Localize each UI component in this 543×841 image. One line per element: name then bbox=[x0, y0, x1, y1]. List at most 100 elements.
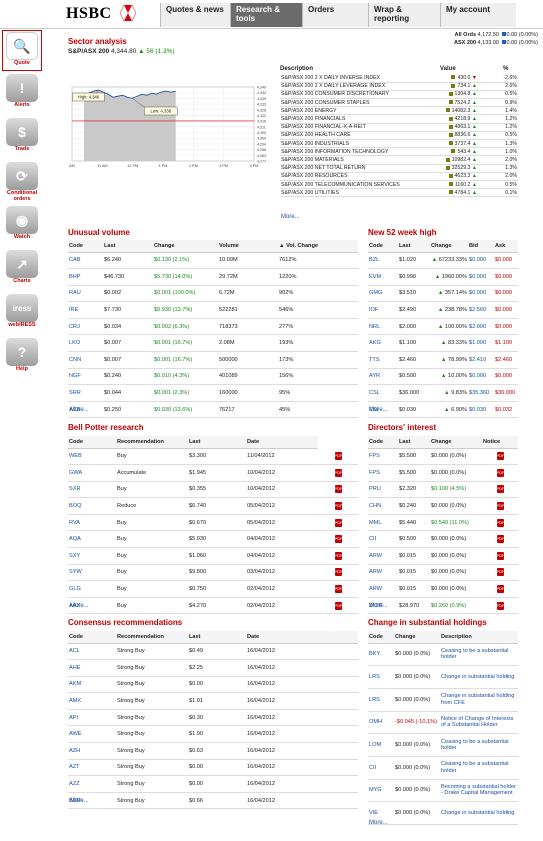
stock-code-link[interactable]: SXR bbox=[68, 481, 116, 499]
sector-row[interactable]: S&P/ASX 200 INDUSTRIALS 3737.4 ▲ 1.3% bbox=[280, 139, 518, 149]
pdf-icon[interactable]: PDF bbox=[496, 452, 505, 461]
table-row[interactable]: AKG $1.100 ▲ 83.33% $1.000 $1.100 bbox=[368, 334, 518, 353]
stock-code-link[interactable]: RAU bbox=[68, 285, 103, 303]
sector-desc[interactable]: S&P/ASX 200 2 X DAILY INVERSE INDEX bbox=[280, 74, 430, 83]
nav-tab-4[interactable]: My account bbox=[440, 3, 516, 27]
table-row[interactable]: AWE Strong Buy $1.90 16/04/2012 bbox=[68, 725, 358, 744]
column-header[interactable]: Volume bbox=[218, 240, 278, 253]
pdf-icon[interactable]: PDF bbox=[334, 502, 343, 511]
holding-description-link[interactable]: Ceasing to be a substantial holder bbox=[440, 756, 518, 780]
column-header[interactable]: Ask bbox=[494, 240, 518, 253]
sector-desc[interactable]: S&P/ASX 200 RESOURCES bbox=[280, 172, 430, 181]
table-row[interactable]: BHP $46.730 $5.730 (14.0%) 29.72M 1220% bbox=[68, 268, 358, 286]
table-row[interactable]: FPS $5.500 $0.000 (0.0%) PDF bbox=[368, 464, 518, 482]
column-header[interactable]: ▲ Vol. Change bbox=[278, 240, 358, 253]
holdings-more-link[interactable]: More... bbox=[369, 820, 388, 826]
table-row[interactable]: TTS $2.460 ▲ 78.99% $2.410 $2.460 bbox=[368, 351, 518, 369]
column-header[interactable]: Date bbox=[246, 436, 318, 449]
table-row[interactable]: AKM Strong Buy $0.00 16/04/2012 bbox=[68, 676, 358, 694]
stock-code-link[interactable]: LKO bbox=[68, 334, 103, 353]
pdf-icon[interactable]: PDF bbox=[496, 568, 505, 577]
stock-code-link[interactable]: OMH bbox=[368, 711, 394, 735]
table-row[interactable]: SYW Buy $9.800 03/04/2012 PDF bbox=[68, 564, 358, 582]
holding-description-link[interactable]: Ceasing to be a substantial holder bbox=[440, 643, 518, 667]
table-row[interactable]: ESI $0.030 ▲ 6.90% $0.030 $0.032 bbox=[368, 401, 518, 419]
sector-row[interactable]: S&P/ASX 200 FINANCIAL-X-A-REIT 4863.1 ▲ 1.… bbox=[280, 123, 518, 132]
column-header[interactable]: Code bbox=[68, 240, 103, 253]
stock-code-link[interactable]: CII bbox=[368, 756, 394, 780]
table-row[interactable]: AZZ Strong Buy $0.00 16/04/2012 bbox=[68, 775, 358, 793]
pdf-icon[interactable]: PDF bbox=[496, 485, 505, 494]
pdf-icon[interactable]: PDF bbox=[334, 468, 343, 477]
sector-desc[interactable]: S&P/ASX 200 CONSUMER STAPLES bbox=[280, 98, 430, 108]
sector-desc[interactable]: S&P/ASX 200 MATERIALS bbox=[280, 155, 430, 165]
table-row[interactable]: MML $5.440 $0.540 (11.0%) PDF bbox=[368, 514, 518, 532]
sidebar-help[interactable]: ? Help bbox=[2, 338, 42, 379]
table-row[interactable]: WOR $28.970 $0.260 (0.9%) PDF bbox=[368, 597, 518, 615]
table-row[interactable]: SXY Buy $1.060 04/04/2012 PDF bbox=[68, 547, 358, 565]
bellpotter-more-link[interactable]: More... bbox=[70, 603, 89, 609]
column-header[interactable]: Last bbox=[188, 436, 246, 449]
table-row[interactable]: AZT Strong Buy $0.00 16/04/2012 bbox=[68, 759, 358, 777]
column-header[interactable]: Date bbox=[246, 631, 358, 644]
sector-row[interactable]: S&P/ASX 200 CONSUMER DISCRETIONARY 1304.8… bbox=[280, 90, 518, 100]
column-header[interactable]: Description bbox=[440, 631, 518, 644]
table-row[interactable]: AAX Buy $4.270 02/04/2012 PDF bbox=[68, 597, 358, 615]
table-row[interactable]: NRL $2.000 ▲ 100.00% $2.000 $0.000 bbox=[368, 318, 518, 336]
column-header[interactable]: Change bbox=[394, 631, 440, 644]
table-row[interactable]: LRS $0.000 (0.0%) Change in substantial ho… bbox=[368, 688, 518, 712]
stock-code-link[interactable]: WEB bbox=[68, 448, 116, 466]
stock-code-link[interactable]: ARW bbox=[368, 564, 398, 582]
pdf-icon[interactable]: PDF bbox=[334, 452, 343, 461]
table-row[interactable]: AHE Strong Buy $2.25 16/04/2012 bbox=[68, 659, 358, 677]
holding-description-link[interactable]: Change in substantial holding bbox=[440, 801, 518, 825]
stock-code-link[interactable]: TTS bbox=[368, 351, 398, 369]
holding-description-link[interactable]: Notice of Change of Interests of a Subst… bbox=[440, 711, 518, 735]
table-row[interactable]: CII $0.500 $0.000 (0.0%) PDF bbox=[368, 530, 518, 549]
table-row[interactable]: CAB $6.240 $0.130 (2.1%) 10.09M 7612% bbox=[68, 252, 358, 270]
stock-code-link[interactable]: AZT bbox=[68, 759, 116, 777]
stock-code-link[interactable]: GLG bbox=[68, 580, 116, 598]
stock-code-link[interactable]: LRS bbox=[368, 688, 394, 712]
stock-code-link[interactable]: AHE bbox=[68, 659, 116, 677]
table-row[interactable]: RVA Buy $0.670 05/04/2012 PDF bbox=[68, 514, 358, 532]
pdf-icon[interactable]: PDF bbox=[496, 535, 505, 544]
column-header[interactable]: Notice bbox=[482, 436, 518, 449]
sector-row[interactable]: S&P/ASX 200 FINANCIALS 4218.9 ▲ 1.2% bbox=[280, 114, 518, 124]
table-row[interactable]: OMH -$0.045 (-10.1%) Notice of Change of I… bbox=[368, 711, 518, 735]
stock-code-link[interactable]: AKM bbox=[68, 676, 116, 694]
table-row[interactable]: AMX Strong Buy $1.01 16/04/2012 bbox=[68, 692, 358, 710]
stock-code-link[interactable]: BZL bbox=[368, 252, 398, 270]
sidebar-conditional-orders[interactable]: ⟳ Conditional orders bbox=[2, 162, 42, 203]
stock-code-link[interactable]: CNN bbox=[68, 351, 103, 369]
stock-code-link[interactable]: SXY bbox=[68, 547, 116, 565]
table-row[interactable]: ACL Strong Buy $0.49 16/04/2012 bbox=[68, 643, 358, 661]
stock-code-link[interactable]: FPS bbox=[368, 448, 398, 466]
nav-tab-3[interactable]: Wrap & reporting bbox=[368, 3, 440, 27]
table-row[interactable]: GMG $3.510 ▲ 357.14% $0.000 $0.000 bbox=[368, 285, 518, 303]
holding-description-link[interactable]: Change in substantial holding from CFE bbox=[440, 688, 518, 712]
sidebar-quote[interactable]: 🔍 Quote bbox=[2, 30, 42, 71]
column-header[interactable]: Recommendation bbox=[116, 436, 188, 449]
column-header[interactable]: Code bbox=[68, 436, 116, 449]
sector-more-link[interactable]: More... bbox=[281, 214, 300, 220]
intraday-chart[interactable]: 4,3494,344 4,339 4,3334,328 4,322 4,3164,311… bbox=[68, 83, 274, 169]
stock-code-link[interactable]: LRS bbox=[368, 665, 394, 689]
stock-code-link[interactable]: AYR bbox=[368, 368, 398, 386]
table-row[interactable]: MYG $0.000 (0.0%) Becoming a substantial h… bbox=[368, 779, 518, 803]
stock-code-link[interactable]: AQA bbox=[68, 530, 116, 549]
sector-desc[interactable]: S&P/ASX 200 ENERGY bbox=[280, 106, 430, 116]
table-row[interactable]: BDR Strong Buy $0.66 16/04/2012 bbox=[68, 792, 358, 810]
column-header[interactable]: Change bbox=[430, 240, 468, 253]
unusual-more-link[interactable]: More... bbox=[70, 407, 89, 413]
holding-description-link[interactable]: Change in substantial holding bbox=[440, 665, 518, 689]
sector-row[interactable]: S&P/ASX 200 TELECOMMUNICATION SERVICES 11… bbox=[280, 180, 518, 190]
high52-more-link[interactable]: More... bbox=[369, 407, 388, 413]
column-header[interactable]: Bid bbox=[468, 240, 494, 253]
table-row[interactable]: NGF $0.240 $0.010 (4.3%) 401089 156% bbox=[68, 368, 358, 386]
consensus-more-link[interactable]: More... bbox=[70, 798, 89, 804]
sector-row[interactable]: S&P/ASX 200 CONSUMER STAPLES 7524.2 ▲ 0.9% bbox=[280, 98, 518, 108]
stock-code-link[interactable]: BOQ bbox=[68, 497, 116, 515]
sector-desc[interactable]: S&P/ASX 200 CONSUMER DISCRETIONARY bbox=[280, 90, 430, 100]
sector-row[interactable]: S&P/ASX 200 HEALTH CARE 8836.6 ▲ 0.5% bbox=[280, 131, 518, 141]
